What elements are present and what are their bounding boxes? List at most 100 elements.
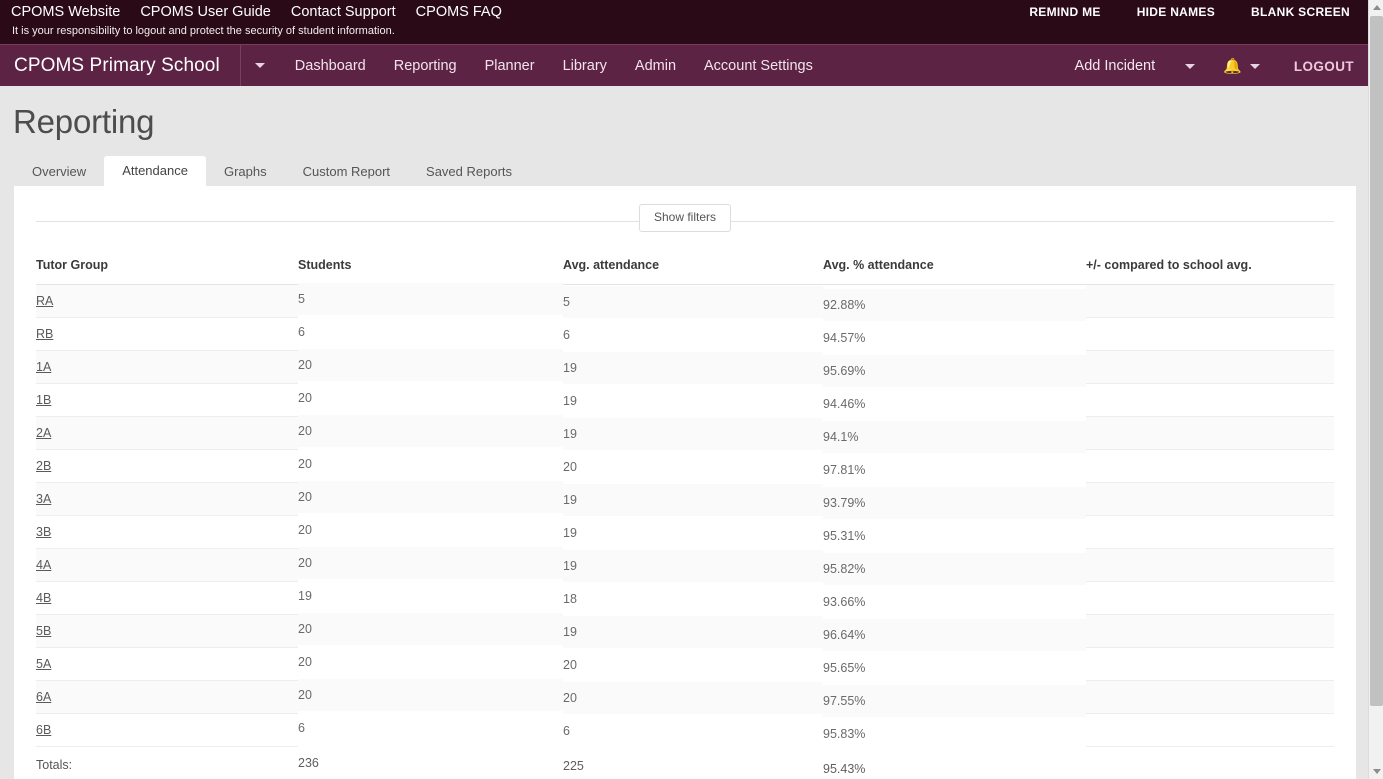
add-incident-dropdown-button[interactable] <box>1185 63 1196 69</box>
totals-avg-pct: 95.43% <box>823 750 1086 779</box>
cell-compared <box>1086 515 1334 549</box>
cell-avg-pct: 95.82% <box>823 552 1086 586</box>
filter-row: Show filters <box>36 204 1334 240</box>
page-viewport: CPOMS Website CPOMS User Guide Contact S… <box>0 0 1368 779</box>
tutor-group-link[interactable]: RA <box>36 294 53 308</box>
add-incident-button[interactable]: Add Incident <box>1075 58 1156 74</box>
cell-avg-pct: 94.57% <box>823 321 1086 355</box>
hide-names-button[interactable]: HIDE NAMES <box>1137 4 1215 20</box>
cell-avg-attendance: 19 <box>563 351 823 385</box>
cell-tutor-group: 1B <box>36 383 298 417</box>
totals-students: 236 <box>298 744 563 779</box>
tutor-group-link[interactable]: 2A <box>36 426 51 440</box>
main-navbar: CPOMS Primary School Dashboard Reporting… <box>0 44 1368 87</box>
tutor-group-link[interactable]: 2B <box>36 459 51 473</box>
nav-item-admin[interactable]: Admin <box>635 58 676 74</box>
cell-avg-attendance: 18 <box>563 582 823 616</box>
tutor-group-link[interactable]: 4A <box>36 558 51 572</box>
security-notice: It is your responsibility to logout and … <box>12 25 395 37</box>
nav-item-planner[interactable]: Planner <box>485 58 535 74</box>
remind-me-button[interactable]: REMIND ME <box>1029 4 1100 20</box>
cell-students: 20 <box>298 480 563 514</box>
cell-compared <box>1086 449 1334 483</box>
tutor-group-link[interactable]: RB <box>36 327 53 341</box>
link-cpoms-user-guide[interactable]: CPOMS User Guide <box>140 3 271 21</box>
notifications-button[interactable]: 🔔 <box>1223 59 1260 74</box>
cell-tutor-group: 6A <box>36 680 298 714</box>
link-contact-support[interactable]: Contact Support <box>291 3 396 21</box>
table-totals-row: Totals: 236 225 95.43% <box>36 744 1334 779</box>
tutor-group-link[interactable]: 5A <box>36 657 51 671</box>
navbar-right-group: Add Incident 🔔 LOGOUT <box>1075 45 1354 87</box>
scrollbar-thumb[interactable] <box>1370 16 1383 706</box>
nav-item-dashboard[interactable]: Dashboard <box>295 58 366 74</box>
table-row: 6A 20 20 97.55% <box>36 678 1334 718</box>
school-name-brand[interactable]: CPOMS Primary School <box>14 55 220 77</box>
topbar-action-group: REMIND ME HIDE NAMES BLANK SCREEN <box>1029 4 1350 20</box>
table-row: 3A 20 19 93.79% <box>36 480 1334 520</box>
browser-page: CPOMS Website CPOMS User Guide Contact S… <box>0 0 1383 779</box>
nav-item-library[interactable]: Library <box>563 58 607 74</box>
vertical-scrollbar[interactable] <box>1368 0 1383 779</box>
column-header-avg-attendance: Avg. attendance <box>563 252 823 285</box>
cell-tutor-group: 4A <box>36 548 298 582</box>
table-row: 1B 20 19 94.46% <box>36 381 1334 421</box>
tab-custom-report[interactable]: Custom Report <box>285 158 408 186</box>
link-cpoms-faq[interactable]: CPOMS FAQ <box>416 3 502 21</box>
cell-compared <box>1086 548 1334 582</box>
cell-tutor-group: 2A <box>36 416 298 450</box>
table-row: 4A 20 19 95.82% <box>36 546 1334 586</box>
cell-avg-pct: 94.1% <box>823 420 1086 454</box>
cell-avg-attendance: 6 <box>563 714 823 748</box>
table-row: 5B 20 19 96.64% <box>36 612 1334 652</box>
tutor-group-link[interactable]: 3A <box>36 492 51 506</box>
tutor-group-link[interactable]: 5B <box>36 624 51 638</box>
attendance-panel: Show filters Tutor Group Students Avg. a… <box>14 186 1356 779</box>
tab-saved-reports[interactable]: Saved Reports <box>408 158 530 186</box>
scroll-up-arrow-icon[interactable] <box>1369 0 1383 15</box>
blank-screen-button[interactable]: BLANK SCREEN <box>1251 4 1350 20</box>
tab-attendance[interactable]: Attendance <box>104 156 206 186</box>
reporting-tabs: Overview Attendance Graphs Custom Report… <box>14 156 1368 186</box>
cell-avg-attendance: 19 <box>563 549 823 583</box>
cell-tutor-group: 4B <box>36 581 298 615</box>
tutor-group-link[interactable]: 3B <box>36 525 51 539</box>
cell-avg-attendance: 6 <box>563 318 823 352</box>
cell-avg-attendance: 19 <box>563 615 823 649</box>
cell-compared <box>1086 284 1334 318</box>
cell-compared <box>1086 581 1334 615</box>
table-header: Tutor Group Students Avg. attendance Avg… <box>36 252 1334 285</box>
cell-compared <box>1086 713 1334 747</box>
bell-icon: 🔔 <box>1223 57 1242 75</box>
table-row: 6B 6 6 95.83% <box>36 711 1334 751</box>
page-title: Reporting <box>13 103 155 140</box>
table-row: 1A 20 19 95.69% <box>36 348 1334 388</box>
utility-topbar: CPOMS Website CPOMS User Guide Contact S… <box>0 0 1368 44</box>
cell-avg-attendance: 20 <box>563 681 823 715</box>
cell-students: 5 <box>298 282 563 316</box>
show-filters-button[interactable]: Show filters <box>638 204 732 232</box>
cell-students: 20 <box>298 612 563 646</box>
cell-tutor-group: RB <box>36 317 298 351</box>
link-cpoms-website[interactable]: CPOMS Website <box>11 3 120 21</box>
attendance-table: Tutor Group Students Avg. attendance Avg… <box>36 252 1334 779</box>
tab-overview[interactable]: Overview <box>14 158 104 186</box>
cell-avg-pct: 93.79% <box>823 486 1086 520</box>
nav-item-reporting[interactable]: Reporting <box>394 58 457 74</box>
primary-nav: Dashboard Reporting Planner Library Admi… <box>295 58 813 74</box>
tab-graphs[interactable]: Graphs <box>206 158 285 186</box>
tutor-group-link[interactable]: 1B <box>36 393 51 407</box>
cell-tutor-group: 6B <box>36 713 298 747</box>
cell-avg-pct: 97.55% <box>823 684 1086 718</box>
tutor-group-link[interactable]: 1A <box>36 360 51 374</box>
tutor-group-link[interactable]: 6A <box>36 690 51 704</box>
cell-avg-attendance: 20 <box>563 648 823 682</box>
table-row: 3B 20 19 95.31% <box>36 513 1334 553</box>
school-switcher-button[interactable] <box>239 44 279 87</box>
scroll-down-arrow-icon[interactable] <box>1369 764 1383 779</box>
cell-avg-attendance: 19 <box>563 516 823 550</box>
tutor-group-link[interactable]: 6B <box>36 723 51 737</box>
nav-item-account-settings[interactable]: Account Settings <box>704 58 813 74</box>
tutor-group-link[interactable]: 4B <box>36 591 51 605</box>
logout-button[interactable]: LOGOUT <box>1294 59 1354 74</box>
